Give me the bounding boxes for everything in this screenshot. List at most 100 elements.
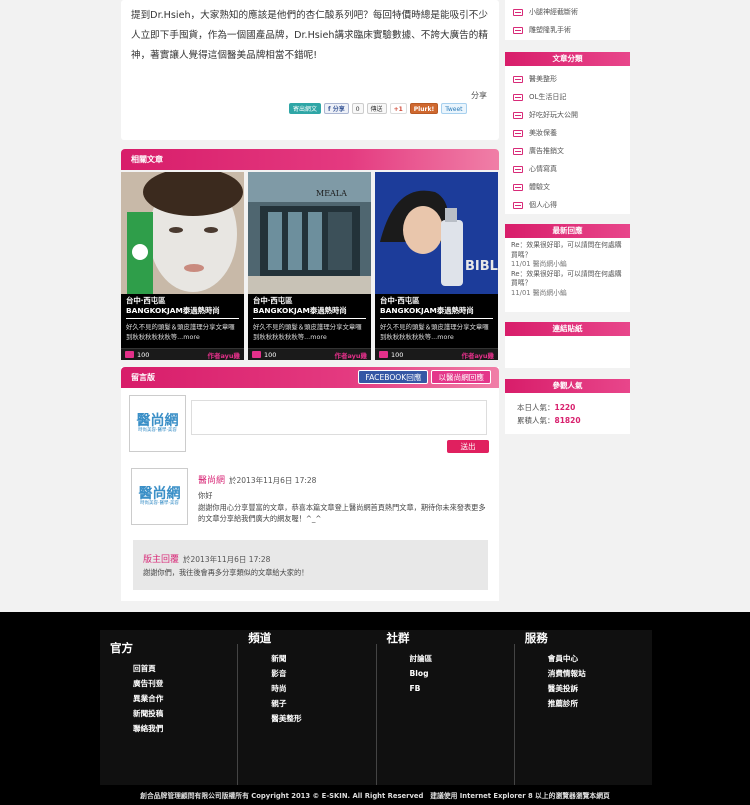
facebook-share-count: 0 (351, 103, 364, 114)
footer-heading: 官方 (110, 641, 133, 655)
footer-col-services: 服務 會員中心 消費情報站 醫美投訴 推薦診所 (513, 631, 652, 785)
category-item[interactable]: 心情寫真 (513, 160, 622, 178)
footer-col-official: 官方 回首頁 廣告刊登 異業合作 新聞投稿 聯絡我們 (100, 630, 237, 785)
article-body: 提到Dr.Hsieh，大家熟知的應該是他們的杏仁酸系列吧？每回特價時總是能吸引不… (121, 0, 499, 140)
list-icon (513, 165, 523, 173)
comment-author[interactable]: 醫尚網 (198, 476, 225, 486)
reply-author: 版主回覆 (143, 555, 180, 565)
related-location: 台中‧西屯區 (126, 296, 166, 305)
category-item[interactable]: 美妝保養 (513, 124, 622, 142)
category-item[interactable]: 醫美整形 (513, 70, 622, 88)
comment-count: 100 (137, 350, 150, 359)
footer-link[interactable]: 廣告刊登 (128, 676, 237, 691)
plurk-button[interactable]: Plurk! (409, 103, 439, 114)
google-plus-button[interactable]: +1 (389, 103, 407, 114)
related-author[interactable]: 作者ayu雞 (461, 350, 494, 360)
site-logo: 醫尚網 (136, 412, 179, 429)
avatar: 醫尚網 時尚美容‧醫學‧美容 (129, 395, 186, 452)
related-location: 台中‧西屯區 (380, 296, 420, 305)
footer-link[interactable]: 討論區 (405, 651, 514, 666)
comment-input[interactable] (191, 400, 487, 435)
reply-time: 於2013年11月6日 17:28 (183, 555, 271, 564)
related-image-storefront[interactable]: MEALA (248, 172, 371, 294)
list-icon (513, 26, 523, 34)
list-icon (513, 147, 523, 155)
facebook-share-button[interactable]: f 分享 (324, 103, 349, 114)
tab-site-reply[interactable]: 以醫尚網回應 (431, 370, 491, 384)
article-paragraph: 提到Dr.Hsieh，大家熟知的應該是他們的杏仁酸系列吧？每回特價時總是能吸引不… (131, 10, 488, 61)
comment-board: 留言版 FACEBOOK回應 以醫尚網回應 醫尚網 時尚美容‧醫學‧美容 送出 … (121, 367, 499, 601)
related-item-1[interactable]: 台中‧西屯區 BANGKOKJAM泰過熱時尚 好久不見的頭髮＆頭皮護理分享文章囉… (121, 172, 244, 360)
footer-col-community: 社群 討論區 Blog FB (375, 631, 514, 785)
footer-link[interactable]: 會員中心 (543, 651, 652, 666)
footer-link[interactable]: 聯絡我們 (128, 721, 237, 736)
related-item-2[interactable]: MEALA 台中‧西屯區 BANGKOKJAM泰過熱時尚 好久不見的頭髮＆頭皮護… (248, 172, 371, 360)
tweet-button[interactable]: Tweet (441, 103, 467, 114)
related-location: 台中‧西屯區 (253, 296, 293, 305)
category-item[interactable]: 廣告推銷文 (513, 142, 622, 160)
related-image-face-mask[interactable] (121, 172, 244, 294)
category-item[interactable]: 好吃好玩大公開 (513, 106, 622, 124)
recent-reply-text[interactable]: Re：效果很好耶，可以請問在何處購買嗎？ (511, 270, 624, 289)
related-author[interactable]: 作者ayu雞 (334, 350, 367, 360)
email-share-button[interactable]: 寄出網文 (289, 103, 322, 114)
site-logo: 醫尚網 (138, 485, 181, 502)
footer-link[interactable]: 回首頁 (128, 661, 237, 676)
category-item[interactable]: OL生活日記 (513, 88, 622, 106)
total-label: 累積人氣： (517, 416, 555, 425)
footer-link[interactable]: 醫美整形 (266, 711, 375, 726)
sidebar-categories: 文章分類 醫美整形 OL生活日記 好吃好玩大公開 美妝保養 廣告推銷文 心情寫真… (505, 52, 630, 214)
tab-facebook-reply[interactable]: FACEBOOK回應 (358, 370, 429, 384)
recent-reply-text[interactable]: Re：效果很好耶，可以請問在何處購買嗎？ (511, 241, 624, 260)
related-name[interactable]: BANGKOKJAM泰過熱時尚 (380, 306, 493, 319)
comment-time: 於2013年11月6日 17:28 (229, 476, 317, 485)
related-excerpt: 好久不見的頭髮＆頭皮護理分享文章囉到秋秋秋秋秋秋等...more (380, 323, 489, 341)
avatar: 醫尚網 時尚美容‧醫學‧美容 (131, 468, 188, 525)
bible-text: BIBLE (465, 259, 498, 274)
sidebar-item[interactable]: 小腿神經截斷術 (513, 3, 622, 21)
footer-link[interactable]: 醫美投訴 (543, 681, 652, 696)
related-name[interactable]: BANGKOKJAM泰過熱時尚 (253, 306, 366, 319)
footer-link[interactable]: Blog (405, 666, 514, 681)
recent-reply-meta: 11/01 醫尚網小編 (511, 288, 567, 297)
comment-count: 100 (391, 350, 404, 359)
reply-text: 謝謝你們，我往後會再多分享類似的文章給大家的！ (143, 568, 309, 577)
visitors-title: 參觀人氣 (505, 379, 630, 393)
related-excerpt: 好久不見的頭髮＆頭皮護理分享文章囉到秋秋秋秋秋秋等...more (253, 323, 362, 341)
footer-link[interactable]: FB (405, 681, 514, 696)
list-icon (513, 93, 523, 101)
footer-link[interactable]: 親子 (266, 696, 375, 711)
footer-link[interactable]: 異業合作 (128, 691, 237, 706)
footer-heading: 服務 (524, 631, 548, 645)
sidebar-visitors: 參觀人氣 本日人氣：1220 累積人氣：81820 (505, 379, 630, 434)
footer-link[interactable]: 消費情報站 (543, 666, 652, 681)
links-title: 連結貼紙 (505, 322, 630, 336)
related-author[interactable]: 作者ayu雞 (207, 350, 240, 360)
comment-icon (252, 351, 261, 358)
owner-reply: 版主回覆 於2013年11月6日 17:28 謝謝你們，我往後會再多分享類似的文章… (133, 540, 488, 590)
send-button[interactable]: 傳送 (366, 103, 387, 114)
footer-link[interactable]: 推薦診所 (543, 696, 652, 711)
site-logo-sub: 時尚美容‧醫學‧美容 (140, 500, 179, 506)
list-icon (513, 129, 523, 137)
footer-link[interactable]: 新聞投稿 (128, 706, 237, 721)
related-articles: 相關文章 台中‧西屯區 BANGKOKJAM泰過熱時尚 好久不見的頭髮＆頭皮護理… (121, 149, 499, 360)
footer-link[interactable]: 影音 (266, 666, 375, 681)
send-button[interactable]: 送出 (447, 440, 489, 453)
sidebar-top-list: 小腿神經截斷術 雕塑隆乳手術 (505, 0, 630, 40)
recent-title: 最新回應 (505, 224, 630, 238)
comment-text: 你好 謝謝你用心分享豐富的文章，恭喜本篇文章登上醫尚網首頁熱門文章，期待你未來發… (198, 491, 486, 523)
category-item[interactable]: 個人心得 (513, 196, 622, 214)
related-excerpt: 好久不見的頭髮＆頭皮護理分享文章囉到秋秋秋秋秋秋等...more (126, 323, 235, 341)
comment-icon (379, 351, 388, 358)
footer-link[interactable]: 時尚 (266, 681, 375, 696)
sidebar-recent-replies: 最新回應 Re：效果很好耶，可以請問在何處購買嗎？ 11/01 醫尚網小編 Re… (505, 224, 630, 312)
footer-col-channels: 頻道 新聞 影音 時尚 親子 醫美整形 (237, 631, 375, 785)
sidebar-item[interactable]: 雕塑隆乳手術 (513, 21, 622, 39)
related-image-spray[interactable]: BIBLE (375, 172, 498, 294)
related-name[interactable]: BANGKOKJAM泰過熱時尚 (126, 306, 239, 319)
related-item-3[interactable]: BIBLE 台中‧西屯區 BANGKOKJAM泰過熱時尚 好久不見的頭髮＆頭皮護… (375, 172, 498, 360)
footer-link[interactable]: 新聞 (266, 651, 375, 666)
category-item[interactable]: 體驗文 (513, 178, 622, 196)
list-icon (513, 111, 523, 119)
